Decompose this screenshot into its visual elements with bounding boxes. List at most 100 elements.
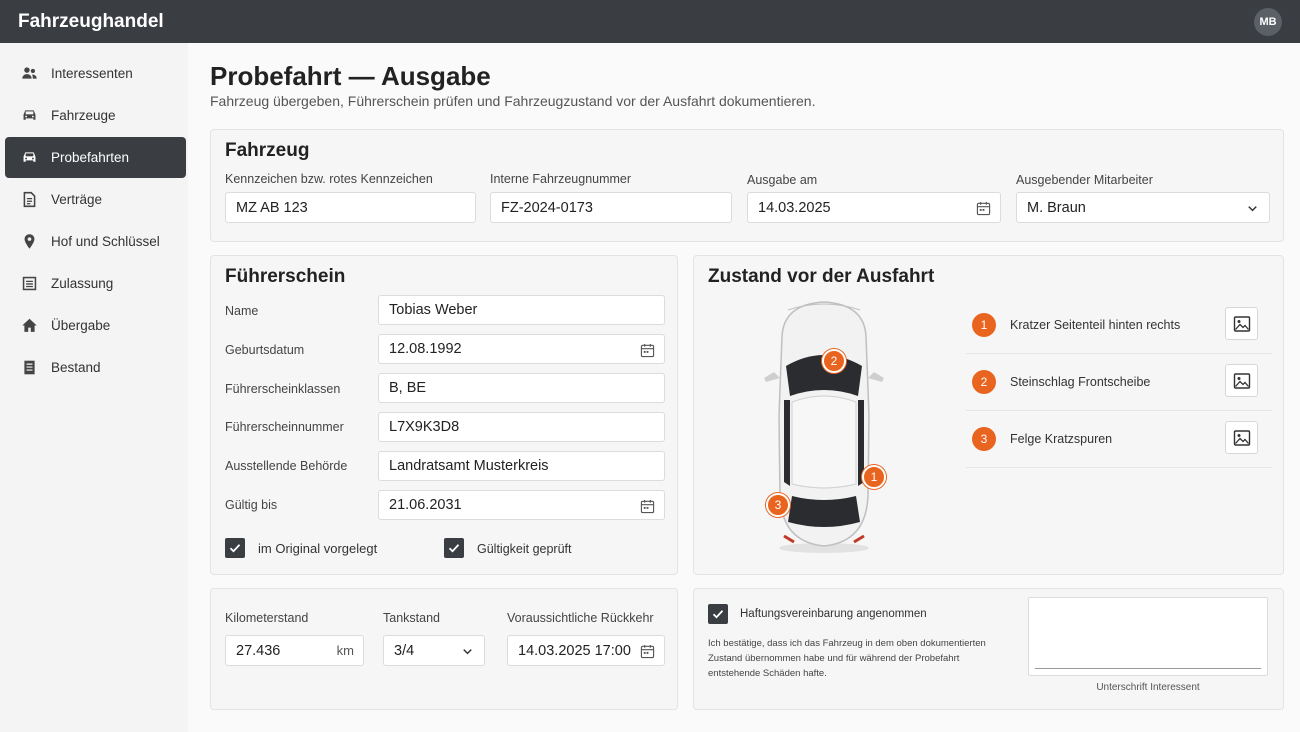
fahrzeug-title: Fahrzeug <box>225 140 310 161</box>
behoerde-input[interactable]: Landratsamt Musterkreis <box>378 451 665 481</box>
sidebar: Interessenten Fahrzeuge Probefahrten Ver… <box>0 43 188 732</box>
km-input[interactable]: 27.436 km <box>225 635 364 666</box>
fuehrerschein-card: Führerschein Name Tobias Weber Geburtsda… <box>210 255 678 575</box>
location-pin-icon <box>20 233 38 251</box>
sidebar-item-probefahrten[interactable]: Probefahrten <box>5 137 186 178</box>
calendar-icon[interactable] <box>639 498 655 514</box>
original-label: im Original vorgelegt <box>258 541 378 556</box>
kennzeichen-value: MZ AB 123 <box>236 199 308 216</box>
app-title: Fahrzeughandel <box>18 10 164 32</box>
sidebar-item-fahrzeuge[interactable]: Fahrzeuge <box>5 95 186 136</box>
sidebar-item-uebergabe[interactable]: Übergabe <box>5 305 186 346</box>
rueckkehr-input[interactable]: 14.03.2025 17:00 <box>507 635 665 666</box>
name-label: Name <box>225 304 259 318</box>
list-icon <box>20 275 38 293</box>
damage-list-item: 2 Steinschlag Frontscheibe <box>966 354 1272 411</box>
fuehrerschein-title: Führerschein <box>225 266 346 287</box>
klassen-label: Führerscheinklassen <box>225 382 341 396</box>
ausgabe-date-input[interactable]: 14.03.2025 <box>747 192 1001 223</box>
sidebar-item-label: Verträge <box>51 192 103 207</box>
people-icon <box>20 65 38 83</box>
sidebar-item-vertraege[interactable]: Verträge <box>5 179 186 220</box>
mitarbeiter-select[interactable]: M. Braun <box>1016 192 1270 223</box>
zustand-card: Zustand vor der Ausfahrt 2 1 3 1 Kratzer… <box>693 255 1284 575</box>
home-icon <box>20 317 38 335</box>
mitarbeiter-label: Ausgebender Mitarbeiter <box>1016 173 1153 187</box>
fahrzeugnummer-input[interactable]: FZ-2024-0173 <box>490 192 732 223</box>
chevron-down-icon <box>459 643 475 659</box>
sidebar-item-label: Fahrzeuge <box>51 108 116 123</box>
original-checkbox[interactable] <box>225 538 245 558</box>
gueltig-bis-value: 21.06.2031 <box>389 497 462 513</box>
gueltigkeit-checkbox[interactable] <box>444 538 464 558</box>
page-title: Probefahrt — Ausgabe <box>210 61 491 91</box>
image-icon <box>1233 372 1250 389</box>
calendar-icon[interactable] <box>639 643 655 659</box>
check-icon <box>712 610 724 619</box>
car-icon <box>20 149 38 167</box>
sidebar-item-label: Interessenten <box>51 66 133 81</box>
sidebar-item-zulassung[interactable]: Zulassung <box>5 263 186 304</box>
page-subtitle: Fahrzeug übergeben, Führerschein prüfen … <box>210 93 816 109</box>
geburtsdatum-value: 12.08.1992 <box>389 341 462 357</box>
sidebar-item-label: Hof und Schlüssel <box>51 234 160 249</box>
document-icon <box>20 191 38 209</box>
photo-button[interactable] <box>1225 307 1258 340</box>
rueckkehr-label: Voraussichtliche Rückkehr <box>507 611 654 625</box>
geburtsdatum-label: Geburtsdatum <box>225 343 305 357</box>
damage-list-item: 3 Felge Kratzspuren <box>966 411 1272 468</box>
damage-number: 3 <box>972 427 996 451</box>
damage-marker-3[interactable]: 3 <box>766 493 790 517</box>
check-icon <box>448 544 460 553</box>
zustand-title: Zustand vor der Ausfahrt <box>708 266 935 287</box>
behoerde-label: Ausstellende Behörde <box>225 459 348 473</box>
rueckkehr-value: 14.03.2025 17:00 <box>518 642 631 659</box>
sidebar-item-label: Bestand <box>51 360 101 375</box>
sidebar-item-label: Probefahrten <box>51 150 130 165</box>
sidebar-item-bestand[interactable]: Bestand <box>5 347 186 388</box>
car-top-view-image <box>764 301 884 553</box>
kennzeichen-input[interactable]: MZ AB 123 <box>225 192 476 223</box>
ausgabe-label: Ausgabe am <box>747 173 818 187</box>
tank-value: 3/4 <box>394 642 415 659</box>
sidebar-item-interessenten[interactable]: Interessenten <box>5 53 186 94</box>
photo-button[interactable] <box>1225 364 1258 397</box>
calendar-icon[interactable] <box>975 200 991 216</box>
klassen-value: B, BE <box>389 380 427 396</box>
fuehrerscheinnummer-label: Führerscheinnummer <box>225 420 344 434</box>
calendar-icon[interactable] <box>639 342 655 358</box>
geburtsdatum-input[interactable]: 12.08.1992 <box>378 334 665 364</box>
km-label: Kilometerstand <box>225 611 309 625</box>
kennzeichen-label: Kennzeichen bzw. rotes Kennzeichen <box>225 172 433 186</box>
gueltigkeit-label: Gültigkeit geprüft <box>477 542 572 556</box>
fuehrerscheinnummer-input[interactable]: L7X9K3D8 <box>378 412 665 442</box>
haftung-checkbox[interactable] <box>708 604 728 624</box>
signature-label: Unterschrift Interessent <box>1096 682 1200 693</box>
fahrzeugnummer-value: FZ-2024-0173 <box>501 199 593 216</box>
sidebar-item-hof-schluessel[interactable]: Hof und Schlüssel <box>5 221 186 262</box>
tank-select[interactable]: 3/4 <box>383 635 485 666</box>
klassen-input[interactable]: B, BE <box>378 373 665 403</box>
mitarbeiter-value: M. Braun <box>1027 199 1086 216</box>
signature-pad[interactable] <box>1028 597 1268 676</box>
damage-number: 1 <box>972 313 996 337</box>
haftung-text: Ich bestätige, dass ich das Fahrzeug in … <box>708 638 986 679</box>
top-bar: Fahrzeughandel MB <box>0 0 1300 43</box>
damage-text: Steinschlag Frontscheibe <box>1010 375 1151 389</box>
behoerde-value: Landratsamt Musterkreis <box>389 458 549 474</box>
fuehrerscheinnummer-value: L7X9K3D8 <box>389 419 460 435</box>
avatar[interactable]: MB <box>1254 7 1282 36</box>
damage-marker-1[interactable]: 1 <box>862 465 886 489</box>
chevron-down-icon <box>1244 200 1260 216</box>
photo-button[interactable] <box>1225 421 1258 454</box>
damage-marker-2[interactable]: 2 <box>822 349 846 373</box>
name-input[interactable]: Tobias Weber <box>378 295 665 325</box>
check-icon <box>229 544 241 553</box>
tank-label: Tankstand <box>383 611 440 625</box>
sidebar-item-label: Zulassung <box>51 276 114 291</box>
ausgabe-value: 14.03.2025 <box>758 199 831 216</box>
fahrt-card: Kilometerstand 27.436 km Tankstand 3/4 V… <box>210 588 678 710</box>
gueltig-bis-input[interactable]: 21.06.2031 <box>378 490 665 520</box>
km-value: 27.436 <box>236 642 281 659</box>
image-icon <box>1233 315 1250 332</box>
